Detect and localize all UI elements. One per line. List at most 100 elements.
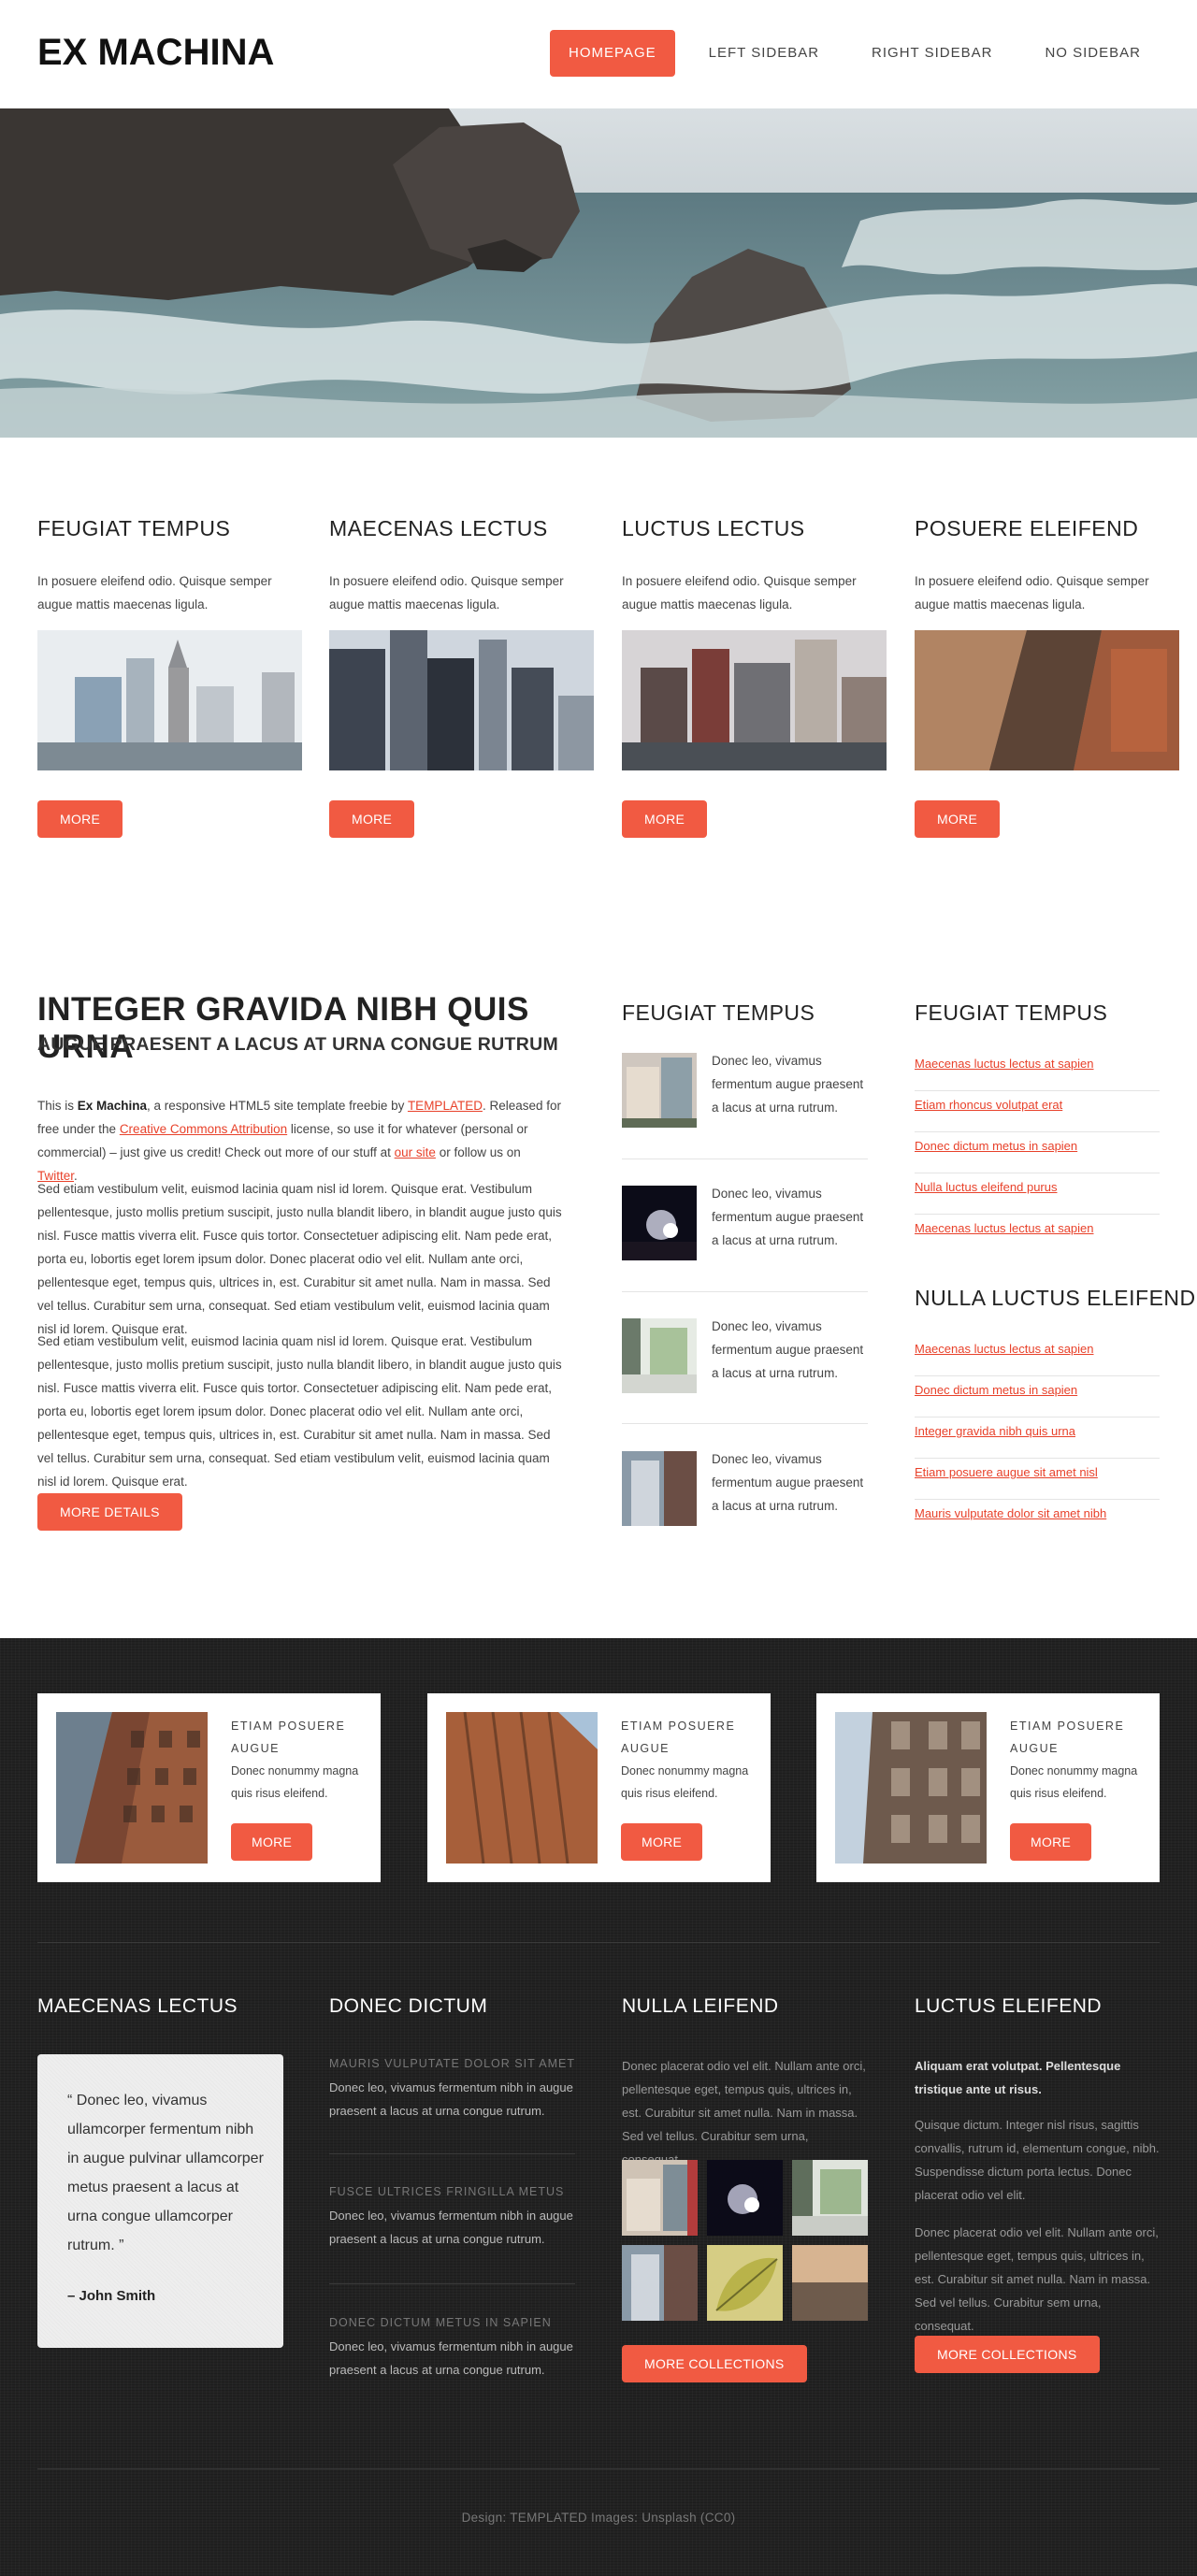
footer-article[interactable]: FUSCE ULTRICES FRINGILLA METUS Donec leo…	[329, 2185, 575, 2251]
gallery-image[interactable]	[707, 2160, 783, 2236]
site-logo[interactable]: EX MACHINA	[37, 32, 274, 74]
sidebar-link[interactable]: Maecenas luctus lectus at sapien	[915, 1050, 1160, 1091]
middle-column-title: FEUGIAT TEMPUS	[622, 1000, 815, 1025]
more-collections-button[interactable]: MORE COLLECTIONS	[915, 2336, 1100, 2373]
gallery-image[interactable]	[622, 2160, 698, 2236]
more-button[interactable]: MORE	[622, 800, 708, 838]
nav-right-sidebar[interactable]: RIGHT SIDEBAR	[853, 30, 1011, 77]
more-button[interactable]: MORE	[915, 800, 1001, 838]
links-title: NULLA LUCTUS ELEIFEND	[915, 1286, 1196, 1310]
intro-text: , a responsive HTML5 site template freeb…	[147, 1099, 408, 1113]
body-paragraph: Sed etiam vestibulum velit, euismod laci…	[37, 1182, 562, 1336]
creative-commons-link[interactable]: Creative Commons Attribution	[120, 1122, 287, 1136]
nav-left-sidebar[interactable]: LEFT SIDEBAR	[690, 30, 838, 77]
feature-text: In posuere eleifend odio. Quisque semper…	[329, 574, 564, 612]
footer-article-text: Donec leo, vivamus fermentum nibh in aug…	[329, 2339, 573, 2377]
sidebar-link[interactable]: Integer gravida nibh quis urna	[915, 1418, 1160, 1459]
footer-article[interactable]: DONEC DICTUM METUS IN SAPIEN Donec leo, …	[329, 2316, 575, 2382]
feature-card: MAECENAS LECTUS In posuere eleifend odio…	[329, 516, 594, 838]
sidebar-link[interactable]: Etiam posuere augue sit amet nisl	[915, 1459, 1160, 1500]
thumbnail-image	[622, 1186, 697, 1260]
more-button[interactable]: MORE	[37, 800, 123, 838]
footer-divider	[37, 2468, 1160, 2469]
gallery-image[interactable]	[792, 2245, 868, 2321]
feature-title: MAECENAS LECTUS	[329, 516, 548, 540]
gallery-image[interactable]	[792, 2160, 868, 2236]
sidebar-link[interactable]: Nulla luctus eleifend purus	[915, 1173, 1160, 1215]
feature-title: POSUERE ELEIFEND	[915, 516, 1139, 540]
promo-card: ETIAM POSUERE AUGUE Donec nonummy magna …	[427, 1693, 771, 1882]
footer-article-text: Donec leo, vivamus fermentum nibh in aug…	[329, 2080, 573, 2118]
card-image	[56, 1712, 208, 1864]
feature-text: In posuere eleifend odio. Quisque semper…	[37, 574, 272, 612]
templated-link[interactable]: TEMPLATED	[408, 1099, 483, 1113]
gallery-image[interactable]	[707, 2245, 783, 2321]
sidebar-link[interactable]: Etiam rhoncus volutpat erat	[915, 1091, 1160, 1132]
testimonial-quote: “ Donec leo, vivamus ullamcorper ferment…	[67, 2093, 264, 2253]
list-item[interactable]: Donec leo, vivamus fermentum augue praes…	[622, 1053, 868, 1156]
footer-article-title: DONEC DICTUM METUS IN SAPIEN	[329, 2316, 552, 2329]
card-image	[835, 1712, 987, 1864]
sidebar-link[interactable]: Maecenas luctus lectus at sapien	[915, 1215, 1160, 1256]
card-title: ETIAM POSUERE AUGUE	[621, 1720, 736, 1755]
sidebar-link[interactable]: Mauris vulputate dolor sit amet nibh	[915, 1500, 1160, 1541]
card-title: ETIAM POSUERE AUGUE	[1010, 1720, 1125, 1755]
more-button[interactable]: MORE	[329, 800, 415, 838]
nav-no-sidebar[interactable]: NO SIDEBAR	[1026, 30, 1160, 77]
footer-article-text: Donec leo, vivamus fermentum nibh in aug…	[329, 2209, 573, 2246]
sidebar-link[interactable]: Donec dictum metus in sapien	[915, 1376, 1160, 1418]
copyright-text: Design: TEMPLATED Images: Unsplash (CC0)	[461, 2511, 736, 2525]
list-item[interactable]: Donec leo, vivamus fermentum augue praes…	[622, 1451, 868, 1554]
divider	[622, 1423, 868, 1424]
divider	[622, 1291, 868, 1292]
feature-card: FEUGIAT TEMPUS In posuere eleifend odio.…	[37, 516, 302, 838]
footer-column-text: Donec placerat odio vel elit. Nullam ant…	[622, 2059, 866, 2166]
image-gallery	[622, 2160, 868, 2324]
footer-column-title: LUCTUS ELEIFEND	[915, 1995, 1103, 2017]
main-nav: HOMEPAGE LEFT SIDEBAR RIGHT SIDEBAR NO S…	[550, 30, 1160, 77]
card-more-button[interactable]: MORE	[1010, 1823, 1092, 1861]
footer-column-text: Quisque dictum. Integer nisl risus, sagi…	[915, 2118, 1160, 2202]
feature-title: LUCTUS LECTUS	[622, 516, 805, 540]
footer-article-title: MAURIS VULPUTATE DOLOR SIT AMET	[329, 2057, 575, 2070]
list-item[interactable]: Donec leo, vivamus fermentum augue praes…	[622, 1186, 868, 1288]
feature-title: FEUGIAT TEMPUS	[37, 516, 231, 540]
thumbnail-image	[622, 1318, 697, 1393]
more-collections-button[interactable]: MORE COLLECTIONS	[622, 2345, 807, 2382]
lead-text: Aliquam erat volutpat. Pellentesque tris…	[915, 2059, 1121, 2096]
list-item-text: Donec leo, vivamus fermentum augue praes…	[712, 1319, 864, 1380]
card-more-button[interactable]: MORE	[621, 1823, 703, 1861]
feature-card: POSUERE ELEIFEND In posuere eleifend odi…	[915, 516, 1179, 838]
more-details-button[interactable]: MORE DETAILS	[37, 1493, 182, 1531]
testimonial-box: “ Donec leo, vivamus ullamcorper ferment…	[37, 2054, 283, 2348]
site-header: EX MACHINA HOMEPAGE LEFT SIDEBAR RIGHT S…	[0, 0, 1197, 108]
links-title: FEUGIAT TEMPUS	[915, 1000, 1108, 1025]
nav-homepage[interactable]: HOMEPAGE	[550, 30, 675, 77]
our-site-link[interactable]: our site	[395, 1145, 436, 1159]
feature-image	[329, 630, 594, 770]
list-item-text: Donec leo, vivamus fermentum augue praes…	[712, 1187, 864, 1247]
sidebar-link[interactable]: Donec dictum metus in sapien	[915, 1132, 1160, 1173]
intro-text: This is	[37, 1099, 78, 1113]
footer-article[interactable]: MAURIS VULPUTATE DOLOR SIT AMET Donec le…	[329, 2057, 575, 2123]
brand-name: Ex Machina	[77, 1099, 148, 1113]
hero-image	[0, 108, 1197, 438]
divider	[622, 1158, 868, 1159]
thumbnail-image	[622, 1451, 697, 1526]
testimonial-author: – John Smith	[67, 2288, 156, 2304]
footer-article-title: FUSCE ULTRICES FRINGILLA METUS	[329, 2185, 565, 2198]
list-item[interactable]: Donec leo, vivamus fermentum augue praes…	[622, 1318, 868, 1421]
sidebar-link[interactable]: Maecenas luctus lectus at sapien	[915, 1335, 1160, 1376]
feature-image	[622, 630, 887, 770]
card-more-button[interactable]: MORE	[231, 1823, 313, 1861]
footer-lead-text: Aliquam erat volutpat. Pellentesque tris…	[915, 2054, 1160, 2101]
footer-divider	[37, 1942, 1160, 1943]
divider	[329, 2283, 575, 2284]
footer-column-text: Donec placerat odio vel elit. Nullam ant…	[915, 2225, 1159, 2333]
feature-image	[37, 630, 302, 770]
feature-card: LUCTUS LECTUS In posuere eleifend odio. …	[622, 516, 887, 838]
gallery-image[interactable]	[622, 2245, 698, 2321]
card-text: Donec nonummy magna quis risus eleifend.	[231, 1764, 359, 1800]
divider	[329, 2153, 575, 2154]
list-item-text: Donec leo, vivamus fermentum augue praes…	[712, 1452, 864, 1513]
